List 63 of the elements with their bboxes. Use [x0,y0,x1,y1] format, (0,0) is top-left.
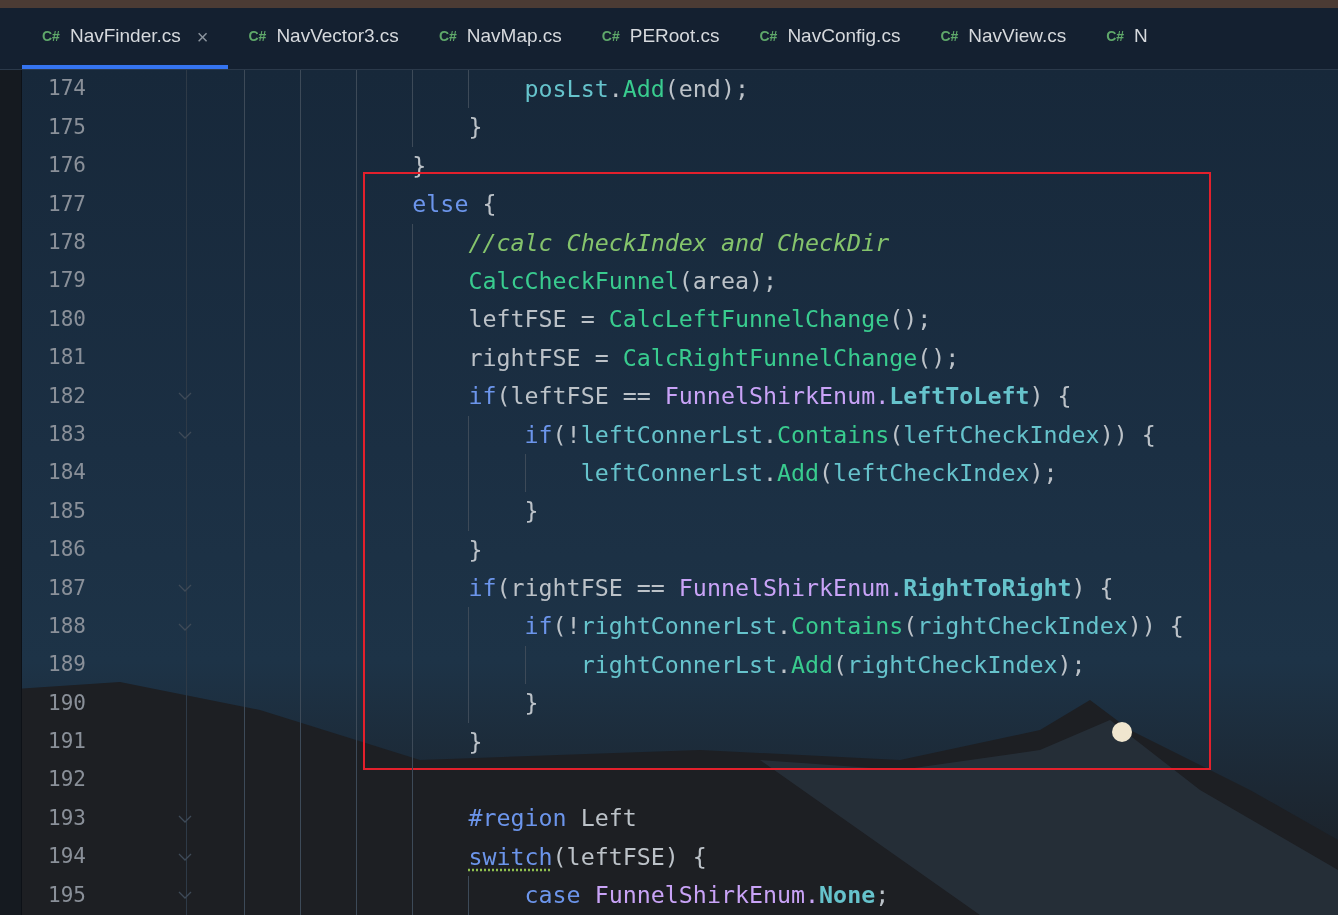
line-number: 177 [47,190,86,218]
csharp-file-icon: C# [940,26,959,47]
fold-chevron-icon[interactable] [178,891,192,900]
line-number: 175 [47,113,86,141]
code-line: } [467,727,483,755]
line-number: 195 [47,881,86,909]
close-icon[interactable]: × [196,21,209,52]
line-number: 186 [47,536,86,564]
code-line: leftConnerLst.Add(leftCheckIndex); [579,458,1058,486]
code-line: #region Left [467,804,637,832]
code-line: } [467,535,483,563]
code-line: if(!rightConnerLst.Contains(rightCheckIndex)) { [523,612,1184,640]
fold-chevron-icon[interactable] [178,584,192,593]
file-tab[interactable]: C# PERoot.cs [581,8,740,69]
line-number: 187 [47,574,86,602]
code-line: if(rightFSE == FunnelShirkEnum.RightToRight) { [467,574,1114,602]
csharp-file-icon: C# [601,26,620,47]
code-line: //calc CheckIndex and CheckDir [467,228,890,256]
code-line: case FunnelShirkEnum.None; [523,881,890,909]
line-number: 191 [47,728,86,756]
code-line: leftFSE = CalcLeftFunnelChange(); [467,305,932,333]
fold-chevron-icon[interactable] [178,430,192,439]
csharp-file-icon: C# [759,26,778,47]
csharp-file-icon: C# [42,26,60,47]
code-line: } [523,689,539,717]
line-number: 179 [47,267,86,295]
file-tab[interactable]: C# NavView.cs [920,8,1087,69]
file-tab[interactable]: C# NavMap.cs [418,8,582,69]
csharp-file-icon: C# [438,26,457,47]
fold-chevron-icon[interactable] [178,392,192,401]
line-number: 182 [47,382,86,410]
code-line: } [467,113,483,141]
fold-chevron-icon[interactable] [178,622,192,631]
code-line: if(!leftConnerLst.Contains(leftCheckIndex)) { [523,420,1156,448]
line-number: 178 [47,229,86,256]
fold-chevron-icon[interactable] [178,814,192,823]
file-tab[interactable]: C# NavConfig.cs [739,8,921,69]
line-number: 174 [47,75,86,103]
fold-chevron-icon[interactable] [178,853,192,861]
csharp-file-icon: C# [248,26,267,47]
code-line: switch(leftFSE) { [467,842,707,870]
line-number: 194 [47,843,86,871]
code-line: } [523,497,539,525]
line-number: 176 [47,152,86,180]
line-number: 181 [47,344,86,372]
line-number: 180 [47,305,86,333]
code-line: if(leftFSE == FunnelShirkEnum.LeftToLeft) { [467,382,1072,410]
code-line: posLst.Add(end); [523,75,749,102]
line-number: 192 [47,766,86,794]
code-line: rightFSE = CalcRightFunnelChange(); [467,343,960,371]
code-line: else { [411,190,497,218]
line-number: 183 [47,420,86,448]
line-number: 188 [47,612,86,640]
file-tab[interactable]: C# N [1086,8,1168,69]
code-line: rightConnerLst.Add(rightCheckIndex); [579,650,1086,678]
line-number: 184 [47,459,86,487]
line-number: 185 [47,497,86,525]
line-number: 189 [47,651,86,679]
code-line: CalcCheckFunnel(area); [467,266,777,294]
line-number: 190 [47,689,86,717]
file-tab[interactable]: C# NavVector3.cs [228,8,419,69]
csharp-file-icon: C# [1106,26,1125,47]
line-number: 193 [47,804,86,832]
